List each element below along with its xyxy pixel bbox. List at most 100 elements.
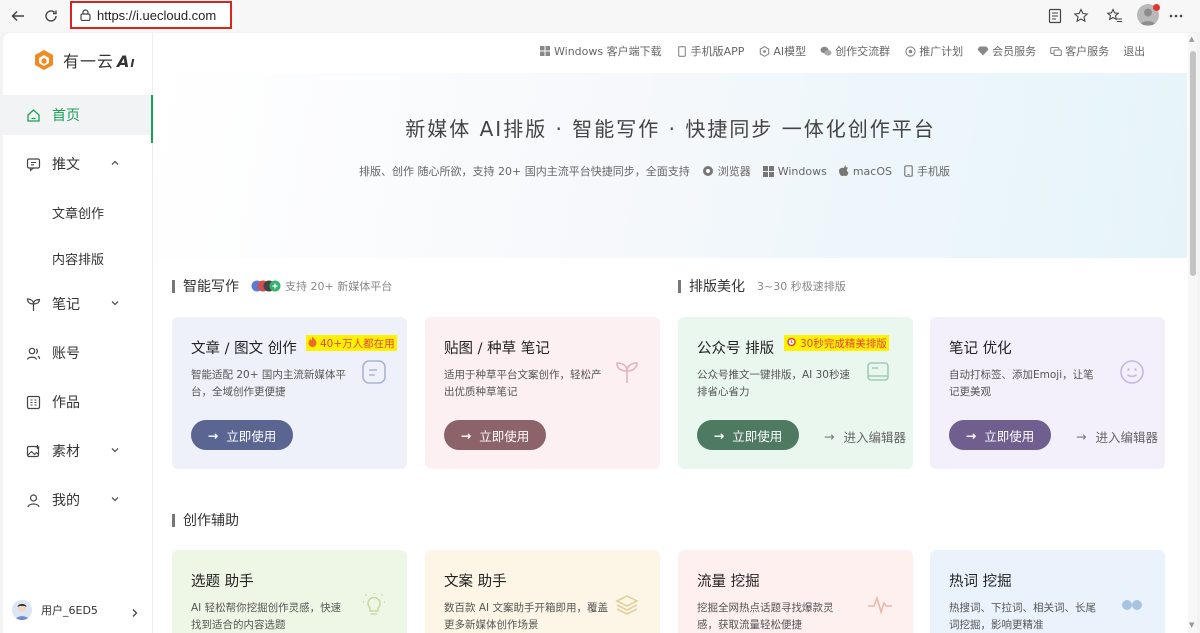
windows-icon [762,165,774,177]
card-description: 适用于种草平台文案创作，轻松产出优质种草笔记 [444,369,602,398]
section-note: 3~30 秒极速排版 [757,280,846,293]
section-layout-beautify: 排版美化 3~30 秒极速排版 [678,276,846,296]
reader-mode-icon[interactable] [1044,5,1066,27]
scrollbar-thumb[interactable] [1190,51,1196,276]
chevron-right-icon [130,604,140,623]
favorites-list-icon[interactable] [1103,5,1125,27]
use-now-button[interactable]: → 立即使用 [697,420,799,450]
enter-editor-link[interactable]: → 进入编辑器 [824,427,906,446]
card-topic-assistant[interactable]: 选题 助手 AI 轻松帮你挖掘创作灵感，快速找到适合的内容选题 [172,550,407,633]
avatar [12,600,32,620]
logo-ai-mark: AI [117,52,136,71]
platform-logos-icon [251,280,281,292]
card-title: 贴图 / 种草 笔记 [444,341,550,357]
favorite-star-icon[interactable] [1070,5,1092,27]
user-profile-row[interactable]: 用户_6ED5 [3,593,153,627]
browser-icon [702,166,713,176]
windows-icon [539,45,551,57]
hero-subtitle-row: 排版、创作 随心所欲，支持 20+ 国内主流平台快捷同步，全面支持 浏览器 Wi… [359,163,950,179]
section-bar [172,513,175,527]
link-ai-model[interactable]: AI模型 [758,43,806,59]
card-title: 选题 助手 [191,574,254,590]
fire-icon [308,336,317,350]
sidebar-item-label: 我的 [52,493,80,509]
card-description: 智能适配 20+ 国内主流新媒体平台，全域创作更便捷 [191,369,346,398]
sidebar-item-label: 作品 [52,395,80,411]
hero-subtitle: 排版、创作 随心所欲，支持 20+ 国内主流平台快捷同步，全面支持 [359,165,690,178]
scroll-up-arrow-icon[interactable]: ▲ [1189,35,1194,43]
chevron-up-icon [109,157,121,173]
notification-dot [1153,4,1160,11]
card-title: 文章 / 图文 创作 [191,341,297,357]
sidebar-item-notes[interactable]: 笔记 [3,284,153,324]
use-now-button[interactable]: → 立即使用 [444,420,546,450]
arrow-right-icon: → [1076,429,1087,444]
sidebar-item-label: 推文 [52,157,80,173]
sidebar-item-materials[interactable]: 素材 [3,431,153,471]
section-title: 排版美化 [689,279,745,295]
sidebar-item-home[interactable]: 首页 [3,95,153,143]
card-description: AI 轻松帮你挖掘创作灵感，快速找到适合的内容选题 [191,602,342,631]
layers-icon [614,592,640,618]
sprout-icon [25,296,41,312]
arrow-right-icon: → [207,427,219,443]
sidebar-item-works[interactable]: 作品 [3,382,153,422]
card-hotword-mining[interactable]: 热词 挖掘 热搜词、下拉词、相关词、长尾词挖掘，影响更精准 [930,550,1165,633]
card-title: 公众号 排版 [697,341,775,357]
platform-mobile: 手机版 [904,163,950,179]
reload-icon[interactable] [39,4,63,28]
binoculars-icon [1119,592,1145,618]
top-links-bar: Windows 客户端下载 手机版APP AI模型 创作交流群 推广计划 会员服… [539,43,1159,59]
pulse-icon [867,592,893,618]
message-icon [25,156,41,172]
card-note-optimize: 笔记 优化 自动打标签、添加Emoji，让笔记更美观 → 立即使用 → 进入编辑… [930,317,1165,469]
section-title: 智能写作 [183,279,239,295]
link-windows-download[interactable]: Windows 客户端下载 [539,43,662,59]
hero-banner: 新媒体 AI排版 · 智能写作 · 快捷同步 一体化创作平台 排版、创作 随心所… [154,73,1187,258]
card-wechat-layout: 公众号 排版 30秒完成精美排版 公众号推文一键排版，AI 30秒速排省心省力 … [678,317,913,469]
arrow-right-icon: → [460,427,472,443]
popularity-badge: 40+万人都在用 [306,335,397,351]
card-description: 数百款 AI 文案助手开箱即用，覆盖更多新媒体创作场景 [444,602,608,631]
link-logout[interactable]: 退出 [1123,43,1145,59]
sidebar-item-mine[interactable]: 我的 [3,480,153,520]
hero-title: 新媒体 AI排版 · 智能写作 · 快捷同步 一体化创作平台 [405,117,936,141]
sidebar-subitem-article-create[interactable]: 文章创作 [52,203,104,222]
link-mobile-app[interactable]: 手机版APP [676,43,744,59]
url-text: https://i.uecloud.com [97,7,217,23]
section-creation-assist: 创作辅助 [172,510,239,530]
browser-toolbar: https://i.uecloud.com [0,0,1200,32]
enter-editor-link[interactable]: → 进入编辑器 [1076,427,1158,446]
apple-icon [838,165,849,176]
link-customer-service[interactable]: 客户服务 [1050,43,1109,59]
section-title: 创作辅助 [183,513,239,529]
back-icon[interactable] [6,4,30,28]
address-bar[interactable]: https://i.uecloud.com [70,1,232,29]
logo-text: 有一云 AI [63,52,136,71]
arrow-right-icon: → [965,427,977,443]
more-menu-icon[interactable] [1165,5,1187,27]
card-article-create: 文章 / 图文 创作 40+万人都在用 智能适配 20+ 国内主流新媒体平台，全… [172,317,407,469]
web-page: 有一云 AI 首页 推文 文章创作 内容排版 笔记 账号 作品 素材 我的 用户… [3,33,1197,633]
section-bar [172,279,175,293]
sidebar-item-label: 首页 [52,108,80,124]
scroll-down-arrow-icon[interactable]: ▼ [1189,621,1194,629]
section-smart-writing: 智能写作 支持 20+ 新媒体平台 [172,276,392,296]
sidebar-subitem-content-layout[interactable]: 内容排版 [52,249,104,268]
alarm-clock-icon [786,336,797,350]
card-title: 笔记 优化 [949,341,1012,357]
image-icon [25,443,41,459]
use-now-button[interactable]: → 立即使用 [191,420,293,450]
link-membership[interactable]: 会员服务 [977,43,1036,59]
sidebar-item-accounts[interactable]: 账号 [3,333,153,373]
sidebar-item-tweets[interactable]: 推文 [3,144,153,184]
chevron-down-icon [109,297,121,313]
logo[interactable]: 有一云 AI [33,48,136,72]
use-now-button[interactable]: → 立即使用 [949,420,1051,450]
card-traffic-mining[interactable]: 流量 挖掘 挖掘全网热点话题寻找爆款灵感，获取流量轻松便捷 [678,550,913,633]
link-promotion-plan[interactable]: 推广计划 [904,43,963,59]
arrow-right-icon: → [824,429,835,444]
card-copywriting-assistant[interactable]: 文案 助手 数百款 AI 文案助手开箱即用，覆盖更多新媒体创作场景 [425,550,660,633]
sidebar-item-label: 素材 [52,444,80,460]
link-community-group[interactable]: 创作交流群 [820,43,890,59]
